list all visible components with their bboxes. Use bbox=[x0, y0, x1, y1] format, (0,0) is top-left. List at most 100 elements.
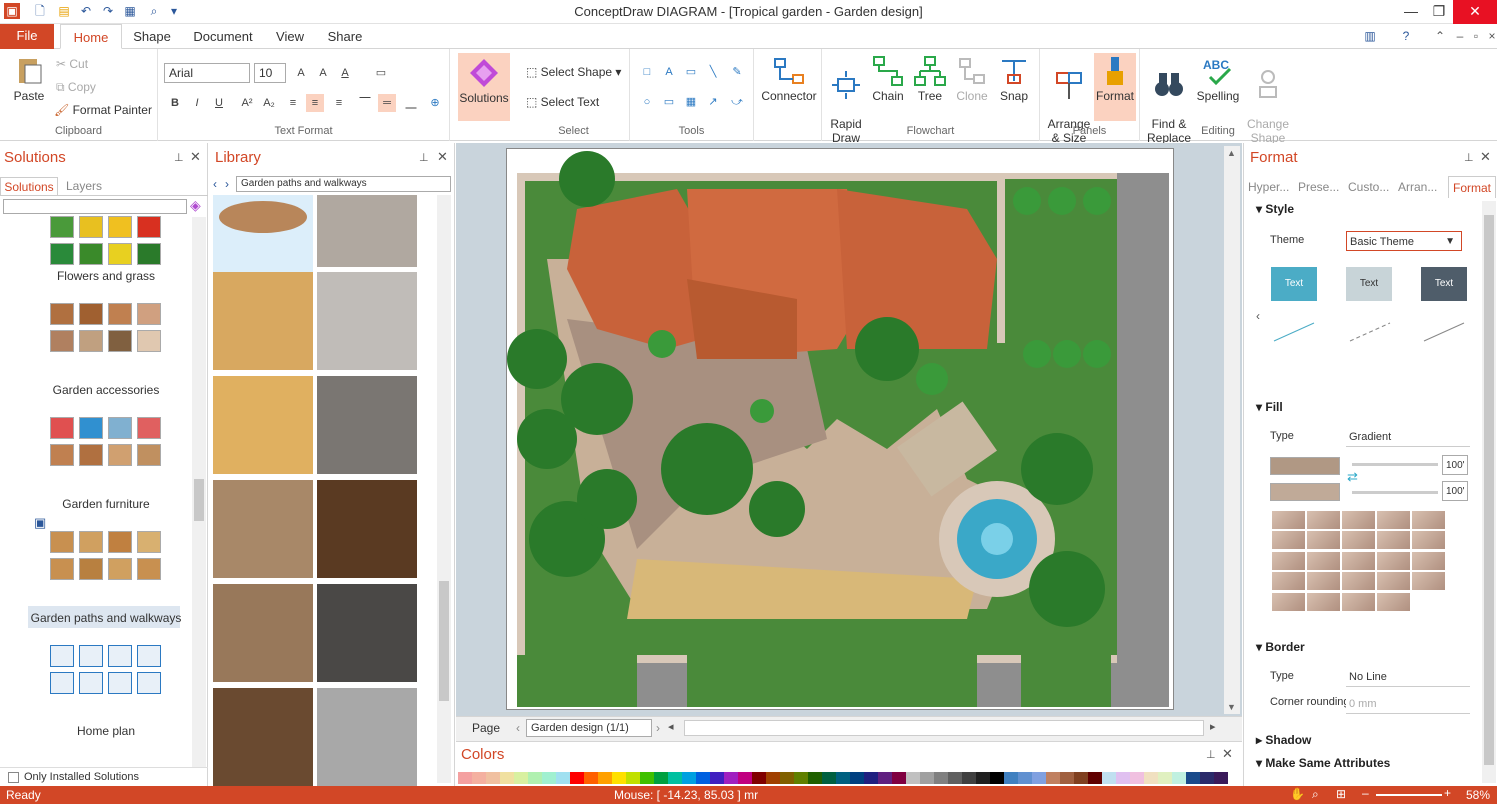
tab-document[interactable]: Document bbox=[184, 24, 262, 49]
fill-type-value[interactable]: Gradient bbox=[1346, 427, 1470, 447]
library-item-gravel[interactable] bbox=[213, 584, 313, 682]
shadow-section-header[interactable]: ▸ Shadow bbox=[1256, 733, 1311, 747]
gradient-preset[interactable] bbox=[1377, 531, 1410, 550]
gradient-slider-1[interactable] bbox=[1352, 463, 1438, 466]
callout-tool-icon[interactable]: ▭ bbox=[682, 63, 700, 81]
gradient-preset[interactable] bbox=[1272, 551, 1305, 570]
align-bottom-icon[interactable]: ⎽ bbox=[402, 94, 420, 112]
color-swatch[interactable] bbox=[752, 772, 766, 784]
rectangle-tool-icon[interactable]: □ bbox=[638, 63, 656, 81]
color-swatch[interactable] bbox=[1186, 772, 1200, 784]
italic-icon[interactable]: I bbox=[188, 94, 206, 112]
tab-format[interactable]: Format bbox=[1448, 176, 1497, 198]
gradient-preset[interactable] bbox=[1307, 531, 1340, 550]
page-next-icon[interactable]: › bbox=[656, 721, 660, 735]
library-item-cobble-brown[interactable] bbox=[317, 480, 417, 578]
color-swatch[interactable] bbox=[472, 772, 486, 784]
color-swatch[interactable] bbox=[1116, 772, 1130, 784]
gradient-preset[interactable] bbox=[1342, 551, 1375, 570]
color-swatch[interactable] bbox=[906, 772, 920, 784]
solution-garden-accessories[interactable]: Garden accessories bbox=[10, 383, 202, 397]
gradient-preset[interactable] bbox=[1412, 511, 1445, 529]
library-close-icon[interactable]: ✕ bbox=[437, 149, 448, 165]
pen-tool-icon[interactable]: ✎ bbox=[728, 63, 746, 81]
align-center-icon[interactable]: ≡ bbox=[306, 94, 324, 112]
close-panel-icon[interactable]: ✕ bbox=[190, 149, 201, 165]
gradient-preset[interactable] bbox=[1412, 572, 1445, 591]
tab-hyperlink[interactable]: Hyper... bbox=[1248, 176, 1289, 198]
help-icon[interactable]: ? bbox=[1398, 28, 1414, 44]
furniture-grid[interactable] bbox=[50, 417, 161, 466]
align-left-icon[interactable]: ≡ bbox=[284, 94, 302, 112]
color-swatch[interactable] bbox=[1018, 772, 1032, 784]
page-sheet[interactable] bbox=[506, 148, 1174, 710]
fit-page-icon[interactable]: ⊞ bbox=[1336, 787, 1346, 801]
solutions-search-input[interactable] bbox=[3, 199, 187, 214]
color-palette[interactable] bbox=[458, 772, 1228, 784]
color-swatch[interactable] bbox=[556, 772, 570, 784]
library-item-pavers-dark[interactable] bbox=[317, 584, 417, 682]
only-installed-checkbox[interactable] bbox=[8, 771, 19, 783]
library-item-cobble-gray[interactable] bbox=[317, 376, 417, 474]
color-swatch[interactable] bbox=[990, 772, 1004, 784]
tab-home[interactable]: Home bbox=[60, 24, 122, 49]
line-styles[interactable] bbox=[1270, 319, 1470, 345]
tab-share[interactable]: Share bbox=[320, 24, 370, 49]
format-pin-icon[interactable]: ⊥ bbox=[1464, 151, 1474, 164]
library-scrollbar[interactable] bbox=[437, 195, 451, 783]
library-item-cobble-tan[interactable] bbox=[213, 480, 313, 578]
gradient-preset[interactable] bbox=[1307, 551, 1340, 570]
gradient-preset[interactable] bbox=[1307, 592, 1340, 611]
flowers-grid[interactable] bbox=[50, 216, 161, 265]
tree-button[interactable]: Tree bbox=[910, 55, 950, 103]
color-swatch[interactable] bbox=[500, 772, 514, 784]
color-swatch[interactable] bbox=[668, 772, 682, 784]
color-swatch[interactable] bbox=[710, 772, 724, 784]
tab-solutions[interactable]: Solutions bbox=[0, 177, 58, 195]
ellipse-tool-icon[interactable]: ○ bbox=[638, 93, 656, 111]
color-swatch[interactable] bbox=[1130, 772, 1144, 784]
library-item-flagstone-gray[interactable] bbox=[317, 195, 417, 267]
gradient-preset[interactable] bbox=[1342, 511, 1375, 529]
tab-view[interactable]: View bbox=[266, 24, 314, 49]
gradient-preset[interactable] bbox=[1412, 551, 1445, 570]
close-window-icon[interactable]: ✕ bbox=[1453, 0, 1497, 24]
color-swatch[interactable] bbox=[486, 772, 500, 784]
save-solution-icon[interactable]: ▣ bbox=[34, 515, 46, 531]
color-swatch[interactable] bbox=[976, 772, 990, 784]
gradient-preset[interactable] bbox=[1342, 592, 1375, 611]
tab-file[interactable]: File bbox=[0, 24, 54, 49]
align-right-icon[interactable]: ≡ bbox=[330, 94, 348, 112]
font-family-select[interactable]: Arial bbox=[164, 63, 250, 83]
color-swatch[interactable] bbox=[822, 772, 836, 784]
gradient-preset[interactable] bbox=[1272, 511, 1305, 529]
color-swatch[interactable] bbox=[878, 772, 892, 784]
select-shape-button[interactable]: ⬚ Select Shape ▾ bbox=[526, 65, 621, 79]
solution-home-plan[interactable]: Home plan bbox=[10, 724, 202, 738]
color-swatch[interactable] bbox=[654, 772, 668, 784]
library-item-herringbone[interactable] bbox=[317, 688, 417, 786]
solution-garden-paths[interactable]: Garden paths and walkways bbox=[10, 611, 202, 625]
hscroll-left-icon[interactable]: ◂ bbox=[668, 720, 674, 733]
colors-pin-icon[interactable]: ⊥ bbox=[1206, 748, 1216, 761]
chain-button[interactable]: Chain bbox=[868, 55, 908, 103]
page-prev-icon[interactable]: ‹ bbox=[516, 721, 520, 735]
color-swatch[interactable] bbox=[1214, 772, 1228, 784]
color-swatch[interactable] bbox=[1060, 772, 1074, 784]
font-size-select[interactable]: 10 bbox=[254, 63, 286, 83]
home-plan-grid[interactable] bbox=[50, 645, 161, 694]
gradient-preset[interactable] bbox=[1377, 511, 1410, 529]
gradient-preset[interactable] bbox=[1307, 572, 1340, 591]
clone-button[interactable]: Clone bbox=[952, 55, 992, 103]
maximize-icon[interactable]: ❐ bbox=[1422, 0, 1456, 24]
gradient-preset[interactable] bbox=[1272, 572, 1305, 591]
subscript-icon[interactable]: A₂ bbox=[260, 94, 278, 112]
color-swatch[interactable] bbox=[1102, 772, 1116, 784]
gradient-preset[interactable] bbox=[1272, 592, 1305, 611]
gradient-preset[interactable] bbox=[1342, 572, 1375, 591]
border-section-header[interactable]: ▾ Border bbox=[1256, 640, 1305, 654]
pan-icon[interactable]: ✋ bbox=[1290, 787, 1305, 801]
color-swatch[interactable] bbox=[682, 772, 696, 784]
drawing-canvas[interactable]: ▲ ▼ bbox=[456, 143, 1242, 716]
library-item-bricks[interactable] bbox=[213, 688, 313, 786]
